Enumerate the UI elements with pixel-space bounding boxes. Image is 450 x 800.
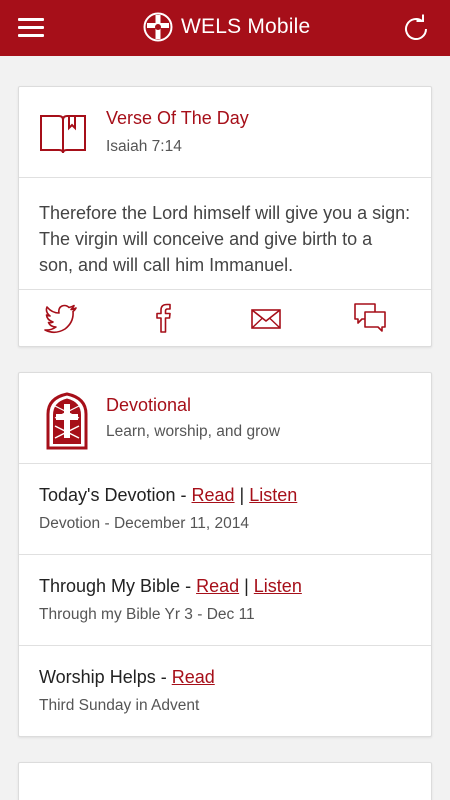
- item-separator: -: [155, 667, 172, 687]
- item-title: Today's Devotion: [39, 485, 176, 505]
- twitter-icon[interactable]: [43, 302, 79, 334]
- facebook-icon[interactable]: [153, 302, 175, 334]
- verse-title: Verse Of The Day: [106, 108, 249, 128]
- link-divider: |: [234, 485, 250, 505]
- listen-link[interactable]: Listen: [254, 576, 302, 596]
- item-separator: -: [175, 485, 192, 505]
- app-bar: WELS Mobile: [0, 0, 450, 56]
- app-title: WELS Mobile: [181, 15, 311, 38]
- verse-header[interactable]: Verse Of The Day Isaiah 7:14: [19, 87, 431, 178]
- list-item-worship-helps: Worship Helps - Read Third Sunday in Adv…: [19, 646, 431, 737]
- refresh-icon[interactable]: [400, 13, 432, 45]
- item-title: Through My Bible: [39, 576, 181, 596]
- item-subtitle: Third Sunday in Advent: [39, 697, 200, 714]
- verse-text: Therefore the Lord himself will give you…: [19, 178, 431, 290]
- link-divider: |: [239, 576, 254, 596]
- devotional-subtitle: Learn, worship, and grow: [106, 423, 281, 440]
- wels-cross-logo: [143, 12, 173, 42]
- chat-icon[interactable]: [353, 302, 387, 334]
- verse-reference: Isaiah 7:14: [106, 138, 182, 155]
- list-item-through-my-bible: Through My Bible - Read | Listen Through…: [19, 555, 431, 646]
- mail-icon[interactable]: [250, 302, 282, 334]
- devotional-title: Devotional: [106, 395, 192, 415]
- read-link[interactable]: Read: [196, 576, 239, 596]
- share-row: [19, 290, 431, 346]
- brand: WELS Mobile: [143, 12, 310, 42]
- stained-glass-window-icon: [46, 392, 88, 450]
- devotional-header[interactable]: Devotional Learn, worship, and grow: [19, 373, 431, 464]
- item-subtitle: Devotion - December 11, 2014: [39, 515, 249, 532]
- bible-book-icon: [40, 115, 86, 154]
- item-separator: -: [180, 576, 197, 596]
- verse-card: Verse Of The Day Isaiah 7:14 Therefore t…: [18, 86, 432, 347]
- read-link[interactable]: Read: [192, 485, 235, 505]
- listen-link[interactable]: Listen: [249, 485, 297, 505]
- item-subtitle: Through my Bible Yr 3 - Dec 11: [39, 606, 255, 623]
- devotional-card: Devotional Learn, worship, and grow Toda…: [18, 372, 432, 737]
- next-card: [18, 762, 432, 800]
- item-title: Worship Helps: [39, 667, 156, 687]
- hamburger-menu-icon[interactable]: [18, 18, 44, 38]
- list-item-todays-devotion: Today's Devotion - Read | Listen Devotio…: [19, 464, 431, 555]
- read-link[interactable]: Read: [172, 667, 215, 687]
